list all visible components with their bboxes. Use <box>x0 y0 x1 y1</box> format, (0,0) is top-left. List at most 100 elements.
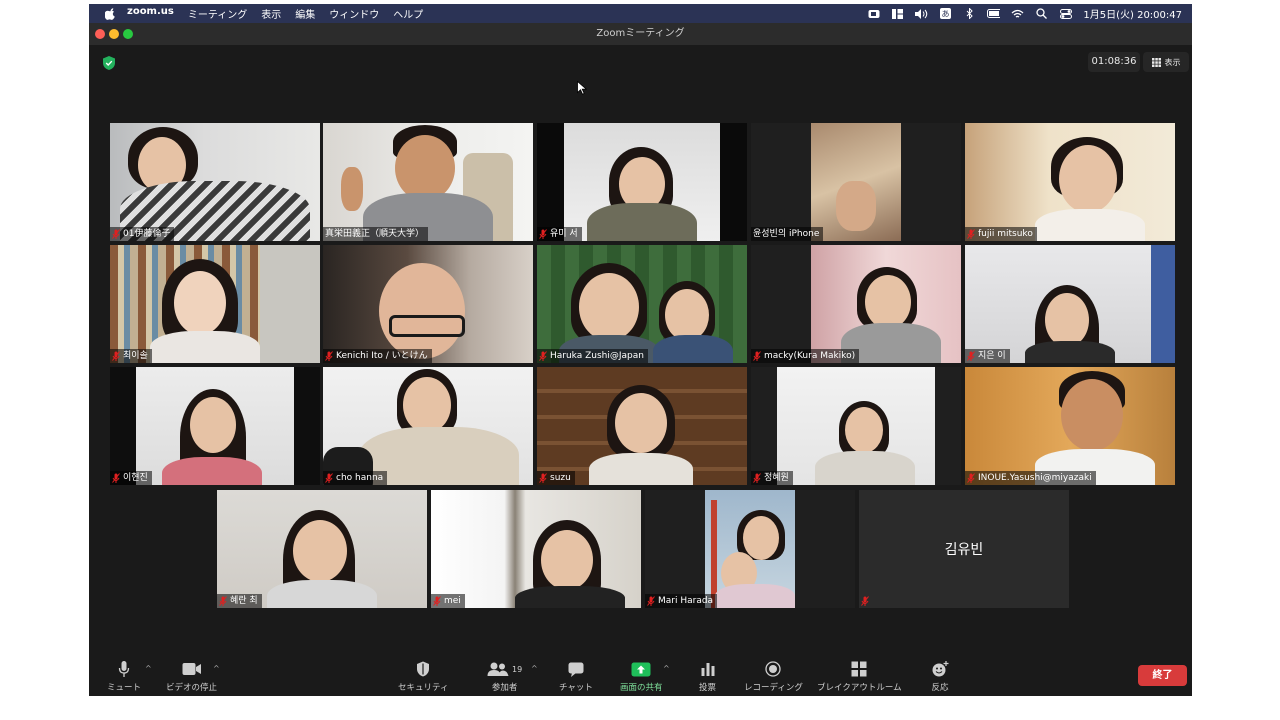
video-options-caret-icon[interactable]: ^ <box>213 664 220 673</box>
view-button[interactable]: 表示 <box>1143 52 1189 72</box>
participant-name-bar: 真栄田義正（順天大学） <box>323 227 429 241</box>
control-center-icon[interactable] <box>1059 8 1072 19</box>
share-screen-label: 画面の共有 <box>620 683 663 693</box>
participant-tile[interactable]: 최이솔 <box>110 245 320 363</box>
participant-tile[interactable]: mei <box>431 490 641 608</box>
encryption-shield-icon[interactable] <box>103 55 115 70</box>
participant-name: Haruka Zushi@Japan <box>550 351 644 361</box>
mic-muted-icon <box>219 596 227 606</box>
volume-icon[interactable] <box>915 8 928 19</box>
apple-icon[interactable] <box>103 7 117 21</box>
minimize-window-button[interactable] <box>109 29 119 39</box>
mic-muted-icon <box>647 596 655 606</box>
mic-muted-icon <box>112 229 120 239</box>
close-window-button[interactable] <box>95 29 105 39</box>
mic-muted-icon <box>325 351 333 361</box>
participant-name: 정혜원 <box>764 473 789 483</box>
zoom-window-button[interactable] <box>123 29 133 39</box>
participant-name-bar: INOUE.Yasushi@miyazaki <box>965 471 1096 485</box>
participant-name: fujii mitsuko <box>978 229 1033 239</box>
emoji-reaction-icon <box>931 660 949 678</box>
menu-window[interactable]: ウィンドウ <box>329 6 379 21</box>
participant-tile[interactable]: 이현진 <box>110 367 320 485</box>
record-icon <box>765 660 782 678</box>
participant-tile[interactable]: 혜란 최 <box>217 490 427 608</box>
share-options-caret-icon[interactable]: ^ <box>663 664 670 673</box>
mic-muted-icon <box>967 473 975 483</box>
mic-muted-icon <box>753 351 761 361</box>
participant-tile[interactable]: suzu <box>537 367 747 485</box>
participant-tile[interactable]: 01伊藤倫子 <box>110 123 320 241</box>
polls-button[interactable]: 投票 <box>699 660 716 693</box>
menu-help[interactable]: ヘルプ <box>393 6 423 21</box>
mute-button[interactable]: ミュート <box>107 660 141 693</box>
participant-tile[interactable]: macky(Kura Makiko) <box>751 245 961 363</box>
participant-name: 지은 이 <box>978 351 1006 361</box>
menu-edit[interactable]: 編集 <box>295 6 315 21</box>
participant-tile[interactable]: 정혜원 <box>751 367 961 485</box>
reactions-label: 反応 <box>931 683 949 693</box>
zoom-status-icon[interactable] <box>867 8 880 19</box>
participant-tile[interactable]: Mari Harada <box>645 490 855 608</box>
wifi-icon[interactable] <box>1011 8 1024 19</box>
participant-tile-video-off[interactable]: 김유빈 <box>859 490 1069 608</box>
window-layout-icon[interactable] <box>891 8 904 19</box>
participant-name-bar: 이현진 <box>110 471 152 485</box>
participants-button[interactable]: 19 参加者 <box>487 660 522 693</box>
input-method-icon[interactable]: あ <box>939 8 952 19</box>
window-title: Zoomミーティング <box>596 28 685 39</box>
mic-muted-icon <box>861 596 869 606</box>
participant-name-bar: Kenichi Ito / いとけん <box>323 349 432 363</box>
meeting-toolbar: ミュート ^ ビデオの停止 ^ セキュリティ 19 参加者 ^ チャット 画面の… <box>89 651 1192 696</box>
participant-name-bar: suzu <box>537 471 575 485</box>
participant-name: macky(Kura Makiko) <box>764 351 856 361</box>
participant-name: INOUE.Yasushi@miyazaki <box>978 473 1092 483</box>
participant-tile[interactable]: 윤성빈의 iPhone <box>751 123 961 241</box>
menubar-clock[interactable]: 1月5日(火) 20:00:47 <box>1083 6 1182 21</box>
participant-tile[interactable]: cho hanna <box>323 367 533 485</box>
participant-name-bar: mei <box>431 594 465 608</box>
mic-muted-icon <box>539 473 547 483</box>
participant-name-bar: 윤성빈의 iPhone <box>751 227 824 241</box>
participant-name: 이현진 <box>123 473 148 483</box>
participant-tile[interactable]: INOUE.Yasushi@miyazaki <box>965 367 1175 485</box>
spotlight-search-icon[interactable] <box>1035 8 1048 19</box>
share-screen-button[interactable]: 画面の共有 <box>620 660 663 693</box>
reactions-button[interactable]: 反応 <box>931 660 949 693</box>
mic-muted-icon <box>753 473 761 483</box>
security-button[interactable]: セキュリティ <box>398 660 449 693</box>
participants-options-caret-icon[interactable]: ^ <box>531 664 538 673</box>
participant-name: cho hanna <box>336 473 384 483</box>
menu-app-name[interactable]: zoom.us <box>127 6 174 21</box>
grid-view-icon <box>1151 57 1161 67</box>
participant-tile[interactable]: 유미 서 <box>537 123 747 241</box>
share-screen-icon <box>631 660 651 678</box>
participant-name-bar: 최이솔 <box>110 349 152 363</box>
participant-tile[interactable]: 지은 이 <box>965 245 1175 363</box>
participant-name: 真栄田義正（順天大学） <box>325 229 425 239</box>
record-button[interactable]: レコーディング <box>744 660 803 693</box>
bluetooth-icon[interactable] <box>963 8 976 19</box>
end-meeting-button[interactable]: 終了 <box>1138 665 1187 686</box>
stop-video-button[interactable]: ビデオの停止 <box>166 660 217 693</box>
menu-meeting[interactable]: ミーティング <box>188 6 247 21</box>
participant-name-bar: 01伊藤倫子 <box>110 227 175 241</box>
participant-tile[interactable]: fujii mitsuko <box>965 123 1175 241</box>
participant-name: Mari Harada <box>658 596 714 606</box>
participant-name-bar: macky(Kura Makiko) <box>751 349 860 363</box>
battery-icon[interactable] <box>987 8 1001 19</box>
chat-button[interactable]: チャット <box>559 660 593 693</box>
participant-tile[interactable]: Haruka Zushi@Japan <box>537 245 747 363</box>
mic-muted-icon <box>325 473 333 483</box>
participant-tile-active-speaker[interactable]: 真栄田義正（順天大学） <box>323 123 533 241</box>
breakout-rooms-button[interactable]: ブレイクアウトルーム <box>817 660 902 693</box>
audio-options-caret-icon[interactable]: ^ <box>145 664 152 673</box>
participants-count: 19 <box>512 664 523 674</box>
participant-tile[interactable]: Kenichi Ito / いとけん <box>323 245 533 363</box>
menu-view[interactable]: 表示 <box>261 6 281 21</box>
participant-name: 유미 서 <box>550 229 578 239</box>
participant-name-bar: fujii mitsuko <box>965 227 1037 241</box>
chat-label: チャット <box>559 683 593 693</box>
video-camera-icon <box>182 660 202 678</box>
participant-name-bar: Haruka Zushi@Japan <box>537 349 648 363</box>
